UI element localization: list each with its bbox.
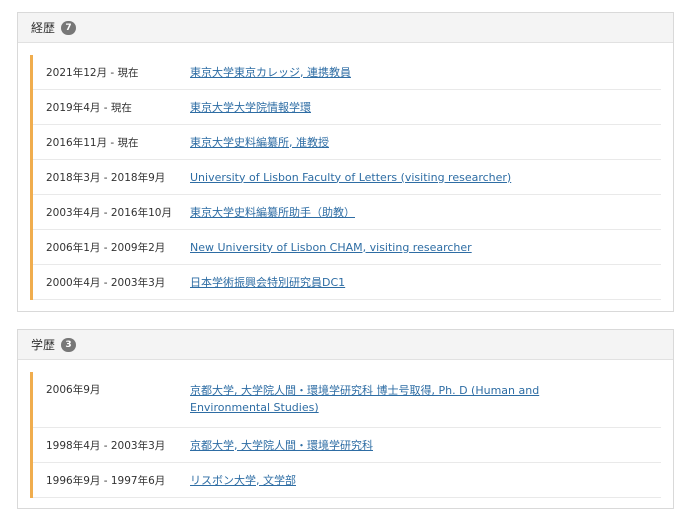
- item-date: 2021年12月 - 現在: [46, 66, 139, 79]
- item-date: 2006年9月: [46, 384, 101, 396]
- item-link[interactable]: University of Lisbon Faculty of Letters …: [190, 169, 661, 186]
- education-title: 学歴: [31, 338, 56, 352]
- career-list: 2021年12月 - 現在 東京大学東京カレッジ, 連携教員 2019年4月 -…: [30, 55, 661, 300]
- item-link[interactable]: New University of Lisbon CHAM, visiting …: [190, 239, 661, 256]
- list-item: 2016年11月 - 現在 東京大学史料編纂所, 准教授: [33, 125, 661, 160]
- list-item: 2019年4月 - 現在 東京大学大学院情報学環: [33, 90, 661, 125]
- list-item: 2021年12月 - 現在 東京大学東京カレッジ, 連携教員: [33, 55, 661, 90]
- item-date: 2000年4月 - 2003年3月: [46, 276, 166, 289]
- item-date: 2003年4月 - 2016年10月: [46, 206, 172, 219]
- list-item: 1996年9月 - 1997年6月 リスボン大学, 文学部: [33, 463, 661, 498]
- item-date: 2016年11月 - 現在: [46, 136, 139, 149]
- item-date: 2019年4月 - 現在: [46, 101, 132, 114]
- education-count-badge: 3: [61, 337, 77, 352]
- item-link[interactable]: 東京大学大学院情報学環: [190, 99, 661, 116]
- item-link[interactable]: リスボン大学, 文学部: [190, 472, 661, 489]
- list-item: 2000年4月 - 2003年3月 日本学術振興会特別研究員DC1: [33, 265, 661, 300]
- career-title: 経歴: [31, 21, 56, 35]
- list-item: 2018年3月 - 2018年9月 University of Lisbon F…: [33, 160, 661, 195]
- item-link[interactable]: 日本学術振興会特別研究員DC1: [190, 274, 661, 291]
- education-panel-header: 学歴 3: [18, 330, 673, 360]
- item-link[interactable]: 京都大学, 大学院人間・環境学研究科: [190, 437, 661, 454]
- career-panel-header: 経歴 7: [18, 13, 673, 43]
- item-date: 1998年4月 - 2003年3月: [46, 439, 166, 452]
- item-link[interactable]: 東京大学史料編纂所助手（助教）: [190, 204, 661, 221]
- item-date: 1996年9月 - 1997年6月: [46, 474, 166, 487]
- career-panel: 経歴 7 2021年12月 - 現在 東京大学東京カレッジ, 連携教員 2019…: [17, 12, 674, 312]
- item-link[interactable]: 東京大学史料編纂所, 准教授: [190, 134, 661, 151]
- education-panel: 学歴 3 2006年9月 京都大学, 大学院人間・環境学研究科 博士号取得, P…: [17, 329, 674, 509]
- item-date: 2018年3月 - 2018年9月: [46, 171, 166, 184]
- item-date: 2006年1月 - 2009年2月: [46, 241, 166, 254]
- career-count-badge: 7: [61, 20, 77, 35]
- list-item: 2003年4月 - 2016年10月 東京大学史料編纂所助手（助教）: [33, 195, 661, 230]
- education-list: 2006年9月 京都大学, 大学院人間・環境学研究科 博士号取得, Ph. D …: [30, 372, 661, 498]
- list-item: 2006年9月 京都大学, 大学院人間・環境学研究科 博士号取得, Ph. D …: [33, 372, 661, 428]
- list-item: 2006年1月 - 2009年2月 New University of Lisb…: [33, 230, 661, 265]
- item-link[interactable]: 京都大学, 大学院人間・環境学研究科 博士号取得, Ph. D (Human a…: [190, 382, 661, 416]
- list-item: 1998年4月 - 2003年3月 京都大学, 大学院人間・環境学研究科: [33, 428, 661, 463]
- item-link[interactable]: 東京大学東京カレッジ, 連携教員: [190, 64, 661, 81]
